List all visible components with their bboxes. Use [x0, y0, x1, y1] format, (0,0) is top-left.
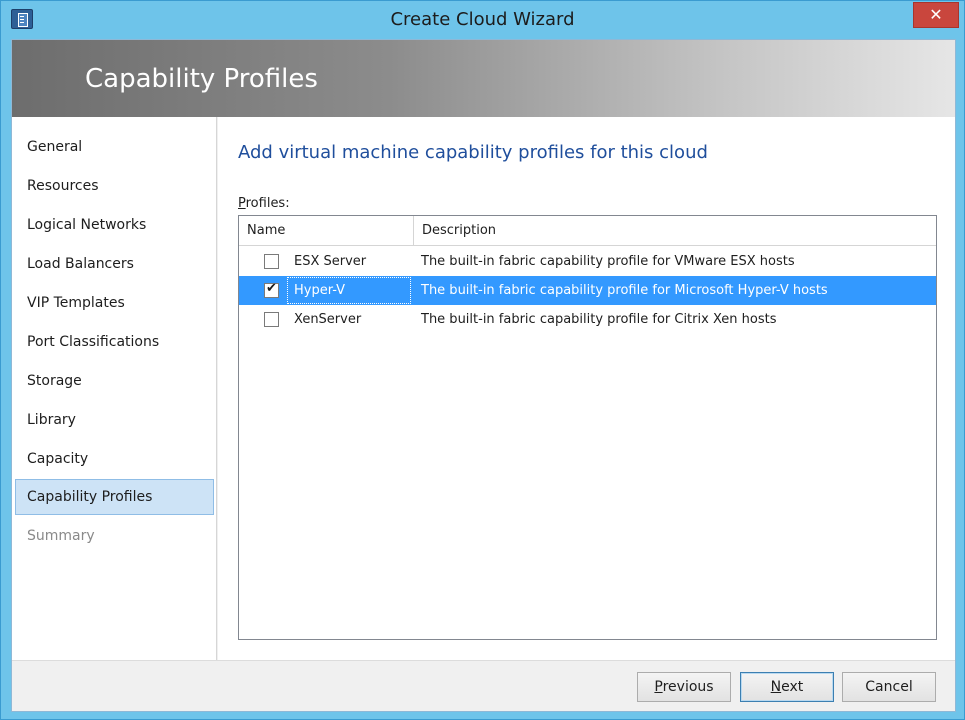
sidebar-item-load-balancers[interactable]: Load Balancers — [15, 246, 214, 282]
row-description: The built-in fabric capability profile f… — [421, 283, 828, 298]
next-label: ext — [781, 679, 804, 695]
wizard-client-area: Capability Profiles General Resources Lo… — [11, 39, 956, 712]
sidebar-item-summary: Summary — [27, 528, 95, 544]
close-button[interactable]: ✕ — [913, 2, 959, 28]
row-checkbox[interactable] — [264, 281, 279, 298]
table-row[interactable]: XenServer The built-in fabric capability… — [239, 305, 936, 334]
sidebar-item-general[interactable]: General — [15, 129, 214, 165]
window-title: Create Cloud Wizard — [390, 9, 575, 30]
page-banner: Capability Profiles — [12, 40, 955, 117]
grid-header: Name Description — [239, 216, 936, 246]
row-description: The built-in fabric capability profile f… — [421, 312, 777, 327]
title-bar[interactable]: Create Cloud Wizard ✕ — [1, 1, 964, 39]
sidebar-item-capacity[interactable]: Capacity — [15, 441, 214, 477]
previous-label: revious — [662, 679, 714, 695]
row-checkbox[interactable] — [264, 312, 279, 327]
sidebar-item-vip-templates[interactable]: VIP Templates — [15, 285, 214, 321]
wizard-steps-sidebar: General Resources Logical Networks Load … — [12, 117, 217, 660]
column-header-name[interactable]: Name — [239, 216, 414, 246]
column-header-description[interactable]: Description — [415, 216, 496, 246]
profiles-grid[interactable]: Name Description ESX Server The built-in… — [238, 215, 937, 640]
row-checkbox[interactable] — [264, 254, 279, 269]
row-description: The built-in fabric capability profile f… — [421, 254, 795, 269]
profiles-label-text: rofiles: — [245, 196, 290, 211]
page-title: Capability Profiles — [85, 64, 318, 94]
table-row[interactable]: Hyper-V The built-in fabric capability p… — [239, 276, 936, 305]
table-row[interactable]: ESX Server The built-in fabric capabilit… — [239, 247, 936, 276]
sidebar-item-library[interactable]: Library — [15, 402, 214, 438]
wizard-window: Create Cloud Wizard ✕ Capability Profile… — [0, 0, 965, 720]
sidebar-item-logical-networks[interactable]: Logical Networks — [15, 207, 214, 243]
cancel-button[interactable]: Cancel — [842, 672, 936, 702]
profiles-label-accelerator: P — [238, 196, 246, 211]
profiles-label: Profiles: — [238, 196, 290, 211]
row-name: XenServer — [294, 312, 362, 327]
close-icon: ✕ — [929, 5, 943, 24]
next-accelerator: N — [770, 679, 782, 695]
sidebar-item-storage[interactable]: Storage — [15, 363, 214, 399]
row-name: ESX Server — [294, 254, 367, 269]
sidebar-item-port-classifications[interactable]: Port Classifications — [15, 324, 214, 360]
sidebar-item-capability-profiles[interactable]: Capability Profiles — [15, 479, 214, 515]
section-heading: Add virtual machine capability profiles … — [238, 142, 708, 163]
main-panel: Add virtual machine capability profiles … — [218, 117, 955, 660]
sidebar-item-resources[interactable]: Resources — [15, 168, 214, 204]
wizard-footer: Previous Next Cancel — [12, 660, 955, 711]
previous-button[interactable]: Previous — [637, 672, 731, 702]
previous-accelerator: P — [654, 679, 663, 695]
next-button[interactable]: Next — [740, 672, 834, 702]
row-name: Hyper-V — [294, 283, 346, 298]
